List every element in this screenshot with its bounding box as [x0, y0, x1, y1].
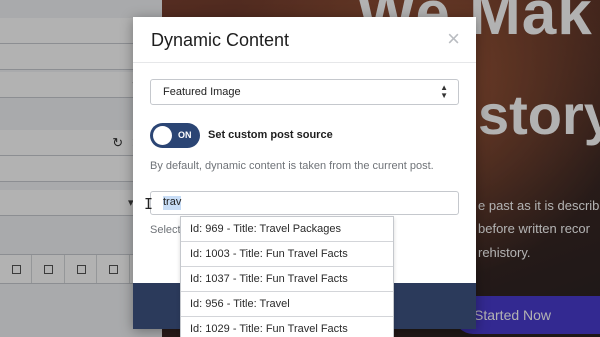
toggle-label: Set custom post source — [208, 129, 333, 141]
modal-header: Dynamic Content × — [133, 17, 476, 63]
select-value: Featured Image — [163, 86, 241, 98]
help-text: By default, dynamic content is taken fro… — [150, 160, 434, 172]
suggestion-item[interactable]: Id: 1037 - Title: Fun Travel Facts — [181, 267, 393, 292]
suggestion-item[interactable]: Id: 1003 - Title: Fun Travel Facts — [181, 242, 393, 267]
custom-source-toggle[interactable]: ON — [150, 123, 200, 148]
suggestion-item[interactable]: Id: 956 - Title: Travel — [181, 292, 393, 317]
suggestion-item[interactable]: Id: 1029 - Title: Fun Travel Facts — [181, 317, 393, 337]
mouse-cursor-icon: I — [144, 195, 154, 213]
suggestion-item[interactable]: Id: 969 - Title: Travel Packages — [181, 217, 393, 242]
toggle-knob — [153, 126, 172, 145]
select-arrows-icon: ▲ ▼ — [440, 83, 448, 100]
search-value: trav — [163, 196, 182, 208]
close-icon[interactable]: × — [447, 28, 460, 50]
suggestion-list: Id: 969 - Title: Travel Packages Id: 100… — [180, 216, 394, 337]
post-search-input[interactable] — [150, 191, 459, 215]
select-hint: Select — [150, 224, 181, 236]
dynamic-field-select[interactable]: Featured Image ▲ ▼ — [150, 79, 459, 105]
modal-title: Dynamic Content — [151, 30, 290, 50]
toggle-state: ON — [178, 130, 192, 140]
